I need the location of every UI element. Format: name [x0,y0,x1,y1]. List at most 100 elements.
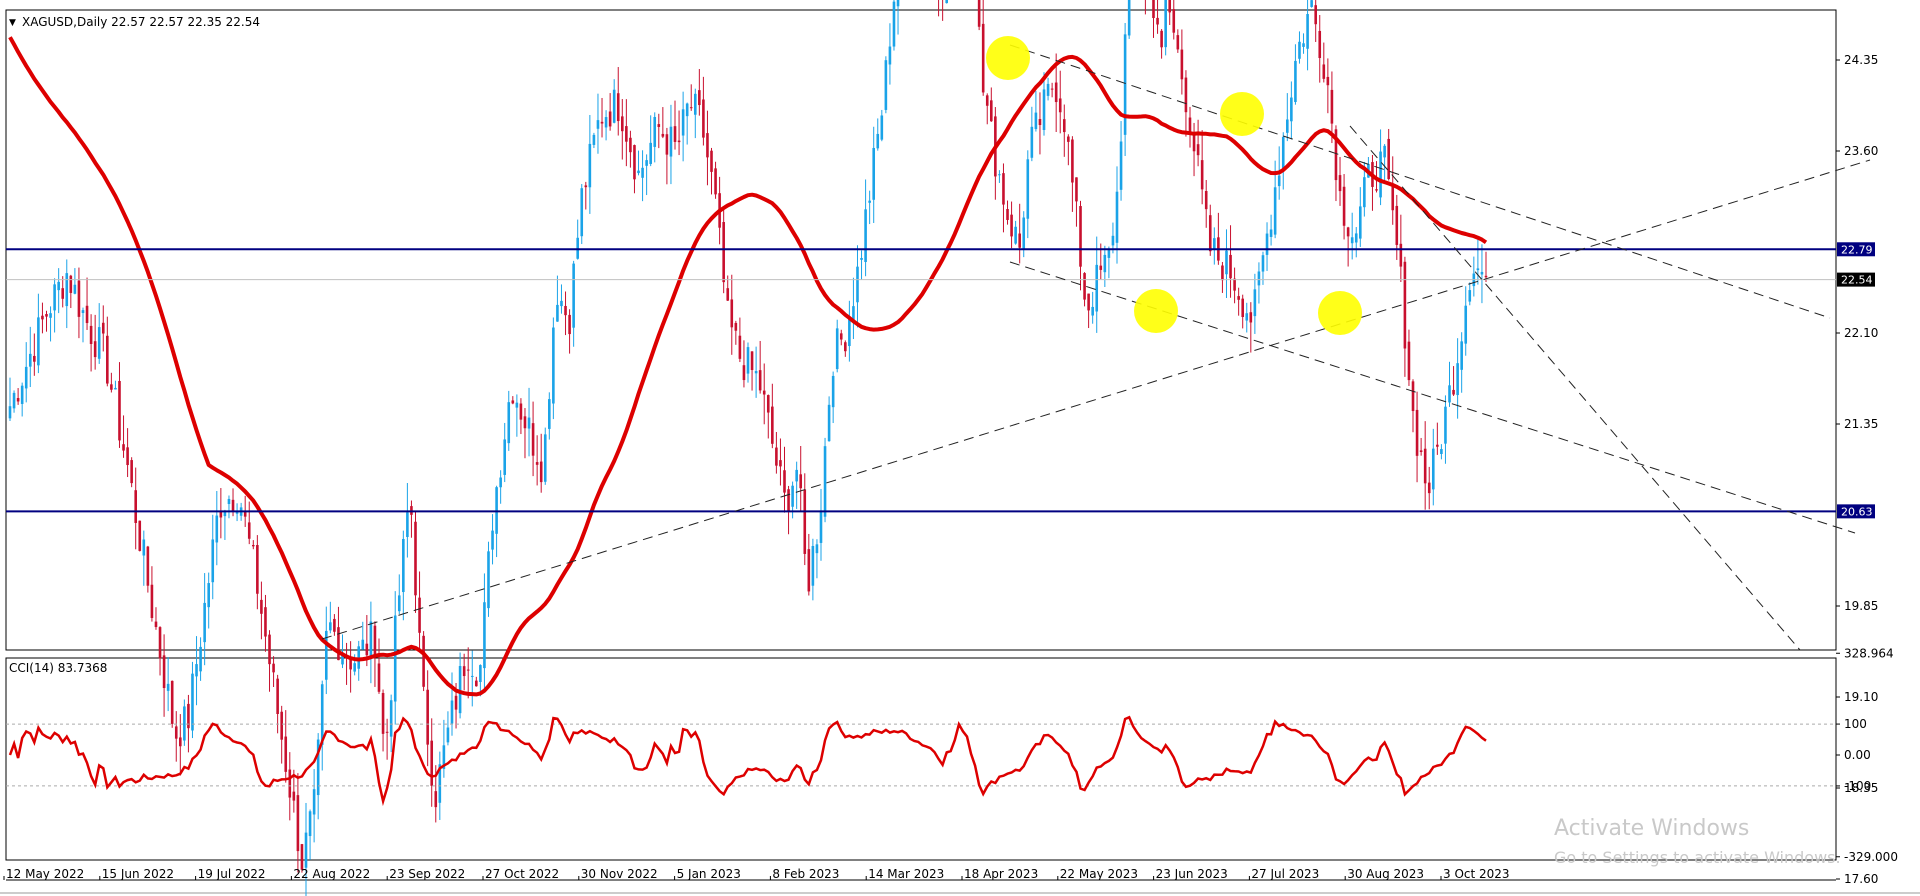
candle-body [1403,261,1407,349]
candle-body [998,174,1001,176]
candle-body [106,335,109,384]
candle-body [272,663,275,673]
candle-body [256,545,259,594]
candle-body [568,314,571,335]
candle-body [373,625,377,658]
candle-body [422,635,425,687]
chart-background [0,0,1920,896]
candle-body [1281,136,1285,169]
candle-body [819,510,823,543]
candle-body [191,673,194,731]
candle-body [20,385,24,404]
candle-body [564,305,567,316]
price-chart[interactable]: 22.7920.6322.5425.8525.1024.3523.6022.10… [0,0,1920,896]
highlight-circle [986,36,1030,80]
candle-body [746,347,750,374]
time-tick-label: 30 Nov 2022 [581,867,658,881]
candle-body [1123,34,1127,135]
candle-body [264,607,267,637]
candle-body [1407,341,1411,381]
candle-body [158,627,162,659]
candle-body [511,400,515,404]
candle-body [1083,273,1086,300]
time-tick-label: 22 May 2023 [1060,867,1138,881]
candle-body [787,489,790,511]
candle-body [1103,254,1107,273]
time-tick-label: 15 Jun 2022 [102,867,174,881]
candle-body [1257,271,1261,286]
candle-body [1286,119,1289,133]
candle-body [1326,76,1330,86]
candle-body [33,355,36,362]
candle-body [1273,187,1277,235]
candle-body [280,711,283,740]
candle-body [154,621,158,628]
candle-body [1342,186,1346,226]
time-tick-label: 12 May 2022 [6,867,84,881]
candle-body [698,90,701,106]
candle-body [1383,145,1386,158]
highlight-circle [1220,92,1264,136]
collapse-icon: ▼ [9,18,16,28]
candle-body [389,700,393,737]
candle-body [8,406,12,419]
candle-body [1460,341,1463,370]
time-tick-label: 30 Aug 2023 [1347,867,1424,881]
candle-body [734,322,738,331]
candle-body [479,665,482,683]
candle-body [783,470,786,493]
candle-body [1229,254,1232,279]
candle-body [831,375,835,408]
candle-body [199,646,202,672]
candle-body [288,769,292,798]
candle-body [73,284,77,294]
candle-body [1480,271,1484,275]
time-tick-label: 19 Jul 2022 [198,867,266,881]
candle-body [1448,385,1451,403]
candle-body [608,111,612,127]
candle-body [1050,88,1054,90]
candle-body [795,469,798,482]
candle-body [977,0,981,27]
candle-body [24,366,28,389]
candle-body [483,602,486,669]
candle-body [118,380,121,441]
candle-body [880,115,884,140]
time-tick-label: 23 Sep 2022 [389,867,465,881]
candle-body [81,310,85,314]
candle-body [710,150,713,172]
candle-body [337,627,340,661]
candle-body [742,365,746,381]
candle-body [353,663,356,672]
candle-body [207,583,210,608]
candle-body [661,133,665,137]
candle-body [1358,206,1362,239]
candle-body [1379,151,1382,198]
candle-body [377,663,381,692]
candle-body [292,791,296,801]
candle-body [1010,214,1013,237]
time-tick-label: 22 Aug 2022 [293,867,370,881]
candle-body [1298,41,1301,59]
candle-body [856,266,859,303]
candle-body [1099,265,1103,270]
candle-body [625,126,628,142]
candle-body [1160,30,1163,48]
candle-body [706,133,709,158]
candle-body [592,134,596,145]
candle-body [57,281,60,291]
highlight-circle [1318,291,1362,335]
candle-body [620,116,624,132]
candle-body [329,622,332,631]
candle-body [1058,98,1062,113]
candle-body [1213,238,1216,249]
candle-body [65,273,69,307]
price-tick-label: 19.85 [1844,599,1878,613]
candle-body [1071,139,1074,183]
candle-body [268,634,271,665]
candle-body [77,280,81,317]
candle-body [1431,448,1435,490]
symbol-header: XAGUSD,Daily 22.57 22.57 22.35 22.54 [22,15,260,29]
time-tick-label: 14 Mar 2023 [868,867,944,881]
candle-body [195,664,198,677]
